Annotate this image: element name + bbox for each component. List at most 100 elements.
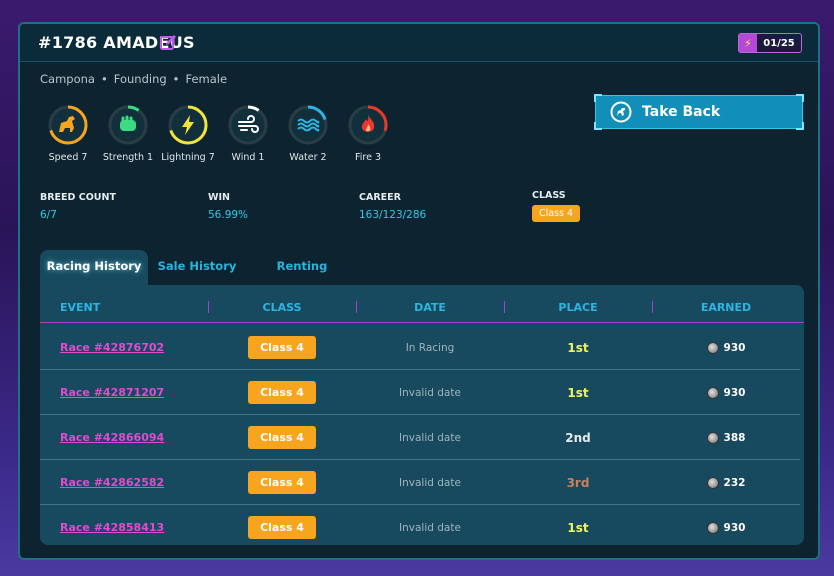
earned-value: 388 [723, 431, 746, 444]
career-label: CAREER [359, 192, 401, 203]
lightning-ring [168, 105, 208, 145]
event-cell: Race #42862582 [60, 460, 208, 505]
table-header: EVENT CLASS DATE PLACE EARNED [40, 285, 804, 323]
stat-label: Speed 7 [48, 152, 88, 163]
earned-value: 930 [723, 341, 746, 354]
earned-cell: 232 [652, 460, 800, 505]
energy-counter: ⚡ 01/25 [738, 33, 802, 53]
class-cell: Class 4 [208, 505, 356, 545]
coin-icon [706, 521, 719, 534]
gender-text: Female [185, 72, 228, 86]
coin-icon [706, 341, 719, 354]
breed-count-value: 6/7 [40, 209, 57, 221]
class-block: CLASS Class 4 [532, 190, 581, 222]
corner-decoration [796, 94, 804, 102]
race-link[interactable]: Race #42862582 [60, 476, 164, 489]
event-cell: Race #42876702 [60, 325, 208, 370]
place-cell: 1st [567, 385, 589, 400]
corner-decoration [796, 122, 804, 130]
earned-value: 232 [723, 476, 746, 489]
earned-value: 930 [723, 386, 746, 399]
breed-count-label: BREED COUNT [40, 192, 116, 203]
column-header-event: EVENT [60, 301, 101, 314]
date-cell: Invalid date [399, 386, 461, 399]
event-cell: Race #42858413 [60, 505, 208, 545]
column-header-class: CLASS [262, 301, 302, 314]
career-value: 163/123/286 [359, 209, 427, 221]
separator-dot: • [172, 72, 180, 86]
coin-icon [706, 476, 719, 489]
class-cell: Class 4 [208, 370, 356, 415]
horse-return-icon [610, 101, 632, 123]
wind-ring [228, 105, 268, 145]
stat-label: Lightning 7 [161, 152, 215, 163]
table-row: Race #42866094 Class 4 Invalid date 2nd … [40, 415, 800, 460]
breed-text: Campona [40, 72, 95, 86]
place-cell: 1st [567, 340, 589, 355]
earned-cell: 930 [652, 325, 800, 370]
stat-lightning: Lightning 7 [158, 104, 218, 163]
win-block: WIN 56.99% [208, 192, 248, 221]
take-back-label: Take Back [642, 104, 721, 120]
class-cell: Class 4 [208, 415, 356, 460]
earned-value: 930 [723, 521, 746, 534]
event-cell: Race #42871207 [60, 370, 208, 415]
column-header-date: DATE [414, 301, 446, 314]
fire-ring [348, 105, 388, 145]
place-cell: 2nd [565, 430, 591, 445]
race-link[interactable]: Race #42876702 [60, 341, 164, 354]
water-ring [288, 105, 328, 145]
date-cell: In Racing [405, 341, 455, 354]
class-badge: Class 4 [532, 205, 581, 222]
tab-racing-history[interactable]: Racing History [40, 250, 148, 286]
earned-cell: 930 [652, 370, 800, 415]
class-badge: Class 4 [248, 516, 316, 539]
class-label: CLASS [532, 190, 566, 201]
horse-detail-panel: #1786 AMADEUS ⚡ 01/25 Campona • Founding • F… [18, 22, 820, 560]
class-cell: Class 4 [208, 325, 356, 370]
breed-count-block: BREED COUNT 6/7 [40, 192, 116, 221]
stat-label: Strength 1 [102, 152, 154, 163]
table-row: Race #42876702 Class 4 In Racing 1st 930 [40, 325, 800, 370]
separator-dot: • [100, 72, 108, 86]
tab-sale-history[interactable]: Sale History [152, 250, 242, 286]
stat-label: Fire 3 [354, 152, 382, 163]
date-cell: Invalid date [399, 431, 461, 444]
energy-value: 01/25 [763, 37, 795, 49]
class-badge: Class 4 [248, 381, 316, 404]
stat-speed: Speed 7 [38, 104, 98, 163]
origin-text: Founding [113, 72, 167, 86]
column-header-earned: EARNED [700, 301, 752, 314]
edit-icon[interactable] [158, 33, 178, 53]
coin-icon [706, 386, 719, 399]
take-back-button[interactable]: Take Back [594, 94, 804, 130]
stat-water: Water 2 [278, 104, 338, 163]
stat-wind: Wind 1 [218, 104, 278, 163]
date-cell: Invalid date [399, 476, 461, 489]
place-cell: 1st [567, 520, 589, 535]
racing-history-table: EVENT CLASS DATE PLACE EARNED Race #4287… [40, 285, 804, 545]
race-link[interactable]: Race #42858413 [60, 521, 164, 534]
stat-strength: Strength 1 [98, 104, 158, 163]
class-badge: Class 4 [248, 336, 316, 359]
stat-fire: Fire 3 [338, 104, 398, 163]
table-row: Race #42862582 Class 4 Invalid date 3rd … [40, 460, 800, 505]
earned-cell: 930 [652, 505, 800, 545]
career-block: CAREER 163/123/286 [359, 192, 426, 221]
strength-ring [108, 105, 148, 145]
class-badge: Class 4 [248, 471, 316, 494]
coin-icon [706, 431, 719, 444]
horse-meta: Campona • Founding • Female [40, 72, 227, 86]
lightning-icon: ⚡ [739, 34, 757, 52]
date-cell: Invalid date [399, 521, 461, 534]
win-value: 56.99% [208, 209, 249, 221]
win-label: WIN [208, 192, 230, 203]
race-link[interactable]: Race #42871207 [60, 386, 164, 399]
tab-renting-history[interactable]: Renting History [252, 250, 352, 305]
panel-header: #1786 AMADEUS ⚡ 01/25 [20, 24, 818, 62]
class-badge: Class 4 [248, 426, 316, 449]
race-link[interactable]: Race #42866094 [60, 431, 164, 444]
speed-ring [48, 105, 88, 145]
stat-label: Wind 1 [231, 152, 265, 163]
table-row: Race #42858413 Class 4 Invalid date 1st … [40, 505, 800, 545]
